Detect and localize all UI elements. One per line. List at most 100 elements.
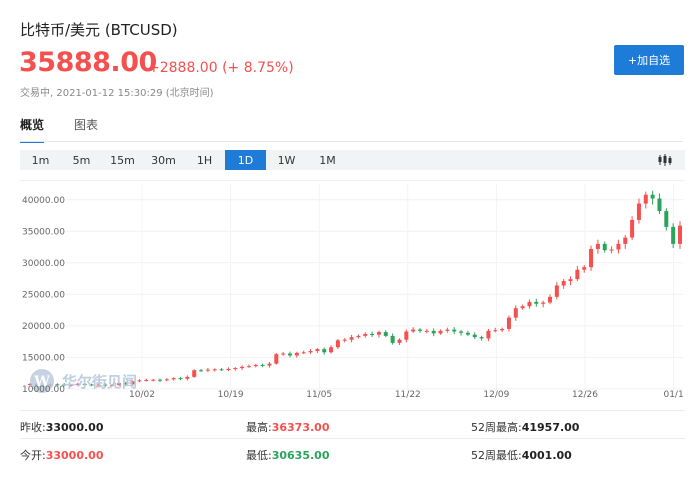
y-tick-label: 20000.00 (22, 322, 65, 332)
candle-body (281, 353, 286, 355)
candle-body (274, 354, 279, 364)
x-tick-label: 10/19 (218, 390, 244, 400)
tab-chart[interactable]: 图表 (74, 116, 98, 143)
y-tick-label: 30000.00 (22, 259, 65, 269)
candlestick-icon[interactable] (645, 150, 685, 170)
candle-body (164, 379, 169, 381)
candle-body (219, 369, 224, 371)
candle-body (534, 301, 539, 304)
candle-body (548, 296, 552, 303)
page-title: 比特币/美元 (BTCUSD) (20, 21, 178, 39)
candle-body (356, 335, 361, 338)
tab-overview[interactable]: 概览 (20, 116, 45, 143)
candle-body (506, 317, 511, 329)
candle-body (561, 281, 566, 286)
y-tick-label: 10000.00 (22, 385, 65, 395)
candle-body (199, 370, 204, 372)
period-selector: 1m 5m 15m 30m 1H 1D 1W 1M (20, 150, 685, 170)
period-30m[interactable]: 30m (143, 150, 184, 170)
day-high: 最高:36373.00 (246, 421, 330, 434)
candle-body (267, 363, 272, 366)
day-low: 最低:30635.00 (246, 449, 330, 462)
candle-body (404, 331, 409, 340)
price-change: +2888.00 (+ 8.75%) (148, 60, 294, 76)
candle-body (335, 340, 340, 348)
candle-body (246, 366, 251, 368)
candle-body (397, 339, 402, 343)
candle-body (493, 330, 498, 332)
candle-body (575, 269, 580, 280)
today-open: 今开:33000.00 (20, 449, 104, 462)
candle-body (582, 267, 587, 270)
candle-body (513, 308, 518, 318)
low-52-week: 52周最低:4001.00 (471, 449, 572, 462)
candle-body (144, 380, 149, 382)
y-tick-label: 35000.00 (22, 227, 65, 237)
candle-body (630, 219, 635, 238)
add-to-watchlist-button[interactable]: +加自选 (614, 45, 684, 75)
x-tick-label: 11/05 (306, 390, 332, 400)
candle-body (171, 378, 176, 380)
candle-body (390, 335, 395, 343)
candle-body (664, 211, 669, 227)
period-1h[interactable]: 1H (184, 150, 225, 170)
candle-body (322, 349, 327, 353)
candle-body (178, 378, 183, 380)
tab-divider (20, 141, 683, 142)
candle-body (459, 331, 464, 333)
candle-body (568, 279, 573, 282)
candle-body (301, 352, 306, 354)
tab-bar: 概览 图表 (20, 116, 128, 143)
x-tick-label: 01/1 (663, 390, 683, 400)
period-1d[interactable]: 1D (225, 150, 266, 170)
y-tick-label: 15000.00 (22, 353, 65, 363)
candle-body (233, 368, 238, 370)
current-price: 35888.00 (19, 47, 157, 78)
price-chart[interactable]: W 华尔街见闻 10000.0015000.0020000.0025000.00… (20, 180, 685, 400)
candle-body (411, 329, 416, 332)
candle-body (465, 332, 470, 335)
candle-body (383, 332, 388, 336)
candle-body (212, 369, 217, 371)
period-15m[interactable]: 15m (102, 150, 143, 170)
candle-body (294, 352, 299, 356)
candle-body (185, 376, 190, 379)
candle-body (308, 351, 313, 353)
period-1m[interactable]: 1m (20, 150, 61, 170)
period-1w[interactable]: 1W (266, 150, 307, 170)
candle-body (445, 329, 450, 331)
x-tick-label: 11/22 (395, 390, 421, 400)
y-tick-label: 40000.00 (22, 196, 65, 206)
candle-body (486, 330, 491, 339)
candle-body (595, 243, 600, 249)
candle-body (349, 337, 354, 340)
trading-status: 交易中, 2021-01-12 15:30:29 (北京时间) (20, 88, 214, 99)
candle-body (431, 330, 436, 334)
candle-body (158, 379, 162, 381)
stats-row-2: 今开:33000.00 最低:30635.00 52周最低:4001.00 (20, 438, 685, 466)
candle-body (376, 332, 381, 335)
candle-body (678, 225, 682, 244)
candle-body (643, 194, 648, 204)
candle-body (288, 353, 292, 356)
candle-body (589, 248, 594, 268)
period-1mo[interactable]: 1M (307, 150, 348, 170)
period-5m[interactable]: 5m (61, 150, 102, 170)
stats-row-1: 昨收:33000.00 最高:36373.00 52周最高:41957.00 (20, 410, 685, 438)
candle-body (609, 249, 614, 251)
candle-body (554, 285, 559, 297)
candle-body (438, 330, 443, 334)
candle-body (623, 237, 628, 244)
candle-body (500, 328, 505, 331)
candle-body (479, 337, 484, 339)
svg-text:华尔街见闻: 华尔街见闻 (62, 373, 137, 391)
candle-body (240, 366, 245, 369)
y-tick-label: 25000.00 (22, 290, 65, 300)
candle-body (329, 347, 334, 353)
candle-body (616, 243, 621, 250)
candle-body (472, 334, 477, 338)
x-tick-label: 10/02 (129, 390, 155, 400)
candle-body (657, 198, 662, 212)
candle-body (363, 334, 368, 336)
candle-body (671, 226, 676, 244)
